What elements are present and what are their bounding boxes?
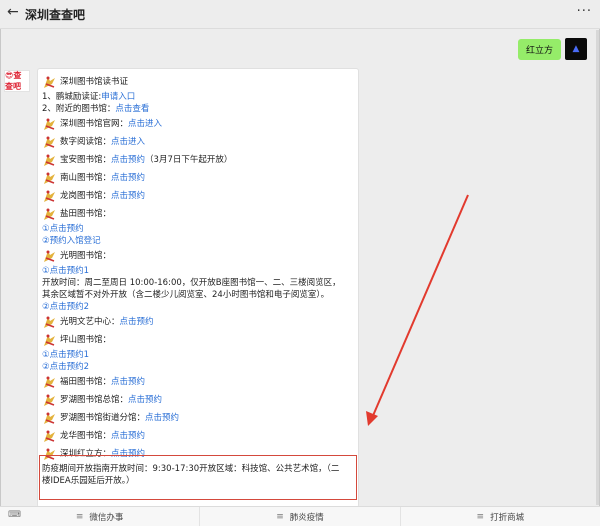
link-guangming-2[interactable]: ②点击预约2 [42,301,355,313]
bottom-menu: ≡ 微信办事 ≡ 肺炎疫情 ≡ 打折商城 [0,506,600,526]
link-yantian-1[interactable]: ①点击预约 [42,223,355,235]
list-item: 盐田图书馆： [42,205,355,223]
list-item: 龙岗图书馆：点击预约 [42,187,355,205]
link-luohu[interactable]: 点击预约 [128,395,162,405]
link-digital[interactable]: 点击进入 [111,137,145,147]
link-longgang[interactable]: 点击预约 [111,191,145,201]
flag-icon [42,333,58,347]
flag-icon [42,375,58,389]
guangming-hours-a: 开放时间：周二至周日 10:00-16:00，仅开放B座图书馆一、二、三楼阅览区… [42,278,341,288]
list-item: 罗湖图书馆总馆：点击预约 [42,391,355,409]
link-nanshan[interactable]: 点击预约 [111,173,145,183]
list-item: 光明图书馆： [42,247,355,265]
list-item: 坪山图书馆： [42,331,355,349]
link-pingshan-1[interactable]: ①点击预约1 [42,349,355,361]
scrollbar[interactable] [596,30,599,505]
highlight-box [39,455,357,500]
flag-icon [42,135,58,149]
card-title-row: 深圳图书馆读书证 [42,73,355,91]
keyboard-icon[interactable]: ⌨ [8,510,21,520]
flag-icon [42,411,58,425]
list-item: 数字阅读馆：点击进入 [42,133,355,151]
list-item: 2、附近的图书馆：点击查看 [42,104,150,114]
link-gm-art[interactable]: 点击预约 [120,317,154,327]
bot-message-card: 深圳图书馆读书证 1、鹏城励读证:申请入口 2、附近的图书馆：点击查看 深圳图书… [37,68,359,508]
list-item: 福田图书馆：点击预约 [42,373,355,391]
link-futian[interactable]: 点击预约 [111,377,145,387]
menu-icon: ≡ [476,511,485,522]
list-item: 南山图书馆：点击预约 [42,169,355,187]
list-item: 深圳图书馆官网：点击进入 [42,115,355,133]
flag-icon [42,189,58,203]
flag-icon [42,153,58,167]
link-pingshan-2[interactable]: ②点击预约2 [42,361,355,373]
list-item: 光明文艺中心：点击预约 [42,313,355,331]
flag-icon [42,171,58,185]
more-icon[interactable]: ··· [577,4,592,19]
flag-icon [42,429,58,443]
card-title: 深圳图书馆读书证 [60,77,129,87]
link-yantian-2[interactable]: ②预约入馆登记 [42,235,355,247]
user-message-bubble: 红立方 [518,39,562,60]
menu-icon: ≡ [75,511,84,522]
flag-icon [42,75,58,89]
link-guangming-1[interactable]: ①点击预约1 [42,265,355,277]
guangming-hours-b: 其余区域暂不对外开放（含二楼少儿阅览室、24小时图书馆和电子阅览室）。 [42,290,330,300]
back-arrow-icon[interactable]: ← [7,4,19,20]
link-luohu-street[interactable]: 点击预约 [145,413,179,423]
link-longhua[interactable]: 点击预约 [111,431,145,441]
top-bar: ← 深圳查查吧 ··· [0,0,600,29]
flag-icon [42,393,58,407]
user-avatar[interactable]: ▲ [565,38,587,60]
view-link[interactable]: 点击查看 [115,104,149,114]
list-item: 龙华图书馆：点击预约 [42,427,355,445]
flag-icon [42,249,58,263]
link-baoan[interactable]: 点击预约 [111,155,145,165]
flag-icon [42,117,58,131]
tab-wechat-service[interactable]: ≡ 微信办事 [0,507,201,526]
tab-discount-mall[interactable]: ≡ 打折商城 [401,507,600,526]
bot-avatar[interactable]: 😎查查吧 [4,70,30,92]
menu-icon: ≡ [276,511,284,522]
flag-icon [42,315,58,329]
link-sz[interactable]: 点击进入 [128,119,162,129]
chat-title: 深圳查查吧 [25,8,86,22]
flag-icon [42,207,58,221]
list-item: 宝安图书馆：点击预约（3月7日下午起开放） [42,151,355,169]
list-item: 罗湖图书馆街道分馆：点击预约 [42,409,355,427]
tab-epidemic[interactable]: ≡ 肺炎疫情 [200,507,401,526]
apply-link[interactable]: 申请入口 [101,92,135,102]
list-item: 1、鹏城励读证:申请入口 [42,92,136,102]
